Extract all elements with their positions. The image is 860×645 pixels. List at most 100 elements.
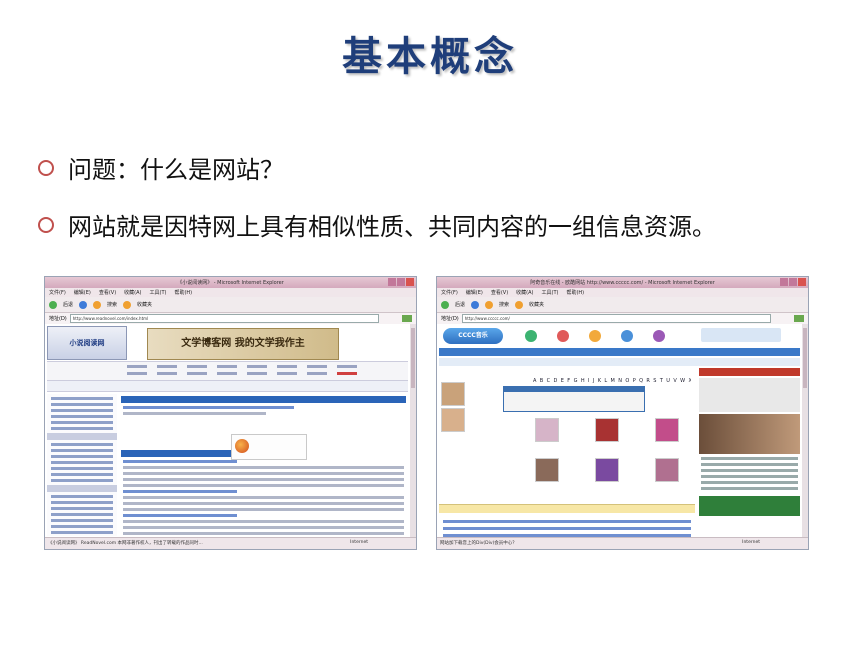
menu-edit: 编辑(E) <box>73 289 91 296</box>
window-titlebar: 阿奇音乐在线 - 欧酷网站 http://www.ccccc.com/ - Mi… <box>437 277 808 288</box>
promo-photo <box>699 414 800 454</box>
back-label: 后退 <box>63 301 74 308</box>
menu-file: 文件(F) <box>49 289 66 296</box>
menu-help: 帮助(H) <box>174 289 193 296</box>
menu-file: 文件(F) <box>441 289 458 296</box>
menu-view: 查看(V) <box>490 289 509 296</box>
close-icon <box>798 278 806 286</box>
promo-banner <box>699 496 800 516</box>
music-icon <box>525 330 537 342</box>
search-label: 搜索 <box>107 301 118 308</box>
site-main-column <box>121 394 406 536</box>
status-text: 网站加下载音上的Div(Div)会员中心？ <box>440 540 517 546</box>
site-search-row <box>439 358 800 366</box>
album-cover <box>655 418 679 442</box>
menu-bar: 文件(F) 编辑(E) 查看(V) 收藏(A) 工具(T) 帮助(H) <box>45 288 416 297</box>
menu-tools: 工具(T) <box>541 289 559 296</box>
menu-bar: 文件(F) 编辑(E) 查看(V) 收藏(A) 工具(T) 帮助(H) <box>437 288 808 297</box>
forward-icon <box>79 300 88 309</box>
forward-icon <box>471 300 480 309</box>
singer-photo <box>441 382 465 406</box>
bullet-definition: 网站就是因特网上具有相似性质、共同内容的一组信息资源。 <box>38 207 716 242</box>
site-logo: 小说阅读网 <box>47 326 127 360</box>
alphabet-index: A B C D E F G H I J K L M N O P Q R S T … <box>533 378 691 384</box>
back-icon <box>49 300 57 309</box>
go-icon <box>402 315 412 322</box>
address-label: 地址(D) <box>441 315 459 322</box>
site-nav <box>47 361 408 381</box>
maximize-icon <box>789 278 797 286</box>
address-field: http://www.readnovel.com/index.html <box>69 314 379 323</box>
zone-label: Internet <box>742 540 760 545</box>
link-grid <box>443 516 691 538</box>
album-cover <box>655 458 679 482</box>
menu-tools: 工具(T) <box>149 289 167 296</box>
menu-favorites: 收藏(A) <box>124 289 142 296</box>
back-label: 后退 <box>455 301 466 308</box>
album-cover <box>535 418 559 442</box>
favorites-icon <box>123 300 132 309</box>
favorites-icon <box>515 300 524 309</box>
singer-photo <box>441 408 465 432</box>
minimize-icon <box>780 278 788 286</box>
address-label: 地址(D) <box>49 315 67 322</box>
chart-icon <box>621 330 633 342</box>
site-side-column <box>699 368 800 536</box>
browser-toolbar: 后退 搜索 收藏夹 <box>45 297 416 313</box>
section-header <box>439 504 695 513</box>
minimize-icon <box>388 278 396 286</box>
menu-edit: 编辑(E) <box>465 289 483 296</box>
status-bar: 网站加下载音上的Div(Div)会员中心？ Internet <box>437 537 808 549</box>
site-header: CCCC音乐 <box>439 326 800 346</box>
music-box-icon <box>653 330 665 342</box>
status-bar: 《小说阅读网》 ReadNovel.com 本网非著作权人，刊出了转载的作品同时… <box>45 537 416 549</box>
window-titlebar: 《小说阅读网》 - Microsoft Internet Explorer <box>45 277 416 288</box>
bullet-text: 问题：什么是网站？ <box>68 156 284 184</box>
menu-help: 帮助(H) <box>566 289 585 296</box>
bullet-ring-icon <box>38 216 54 233</box>
popup-dialog <box>503 386 645 412</box>
site-logo: CCCC音乐 <box>443 328 503 344</box>
maximize-icon <box>397 278 405 286</box>
album-cover <box>535 458 559 482</box>
screenshot-readnovel: 《小说阅读网》 - Microsoft Internet Explorer 文件… <box>44 276 417 550</box>
zone-label: Internet <box>350 540 368 545</box>
slide-title: 基本概念 <box>342 34 518 80</box>
scrollbar <box>410 324 416 538</box>
menu-view: 查看(V) <box>98 289 117 296</box>
bullet-ring-icon <box>38 159 54 176</box>
search-label: 搜索 <box>499 301 510 308</box>
window-title: 《小说阅读网》 - Microsoft Internet Explorer <box>177 279 284 286</box>
favorites-label: 收藏夹 <box>137 301 153 308</box>
site-nav <box>439 348 800 356</box>
home-icon <box>485 300 494 309</box>
scrollbar <box>802 324 808 538</box>
game-icon <box>557 330 569 342</box>
site-header: 小说阅读网 文学博客网 我的文学我作主 <box>47 326 408 360</box>
address-field: http://www.ccccc.com/ <box>461 314 771 323</box>
page-content: 小说阅读网 文学博客网 我的文学我作主 <box>45 324 410 538</box>
menu-favorites: 收藏(A) <box>516 289 534 296</box>
site-left-column <box>47 394 117 538</box>
album-cover <box>595 458 619 482</box>
window-controls <box>780 278 806 286</box>
album-cover <box>595 418 619 442</box>
go-icon <box>794 315 804 322</box>
back-icon <box>441 300 449 309</box>
page-content: CCCC音乐 A B C D E F G H I J K L M N O P Q… <box>437 324 802 538</box>
anime-icon <box>589 330 601 342</box>
favorites-label: 收藏夹 <box>529 301 545 308</box>
browser-toolbar: 后退 搜索 收藏夹 <box>437 297 808 313</box>
window-title: 阿奇音乐在线 - 欧酷网站 http://www.ccccc.com/ - Mi… <box>530 279 715 286</box>
site-main-column: A B C D E F G H I J K L M N O P Q R S T … <box>439 368 695 538</box>
close-icon <box>406 278 414 286</box>
home-icon <box>93 300 102 309</box>
window-controls <box>388 278 414 286</box>
firefox-icon <box>235 439 249 453</box>
site-banner: 文学博客网 我的文学我作主 <box>147 328 339 360</box>
firefox-ad <box>231 434 307 460</box>
bullet-text: 网站就是因特网上具有相似性质、共同内容的一组信息资源。 <box>68 213 716 241</box>
bullet-question: 问题：什么是网站？ <box>38 150 284 185</box>
top-ad <box>701 328 781 342</box>
status-text: 《小说阅读网》 ReadNovel.com 本网非著作权人，刊出了转载的作品同时… <box>48 540 203 546</box>
